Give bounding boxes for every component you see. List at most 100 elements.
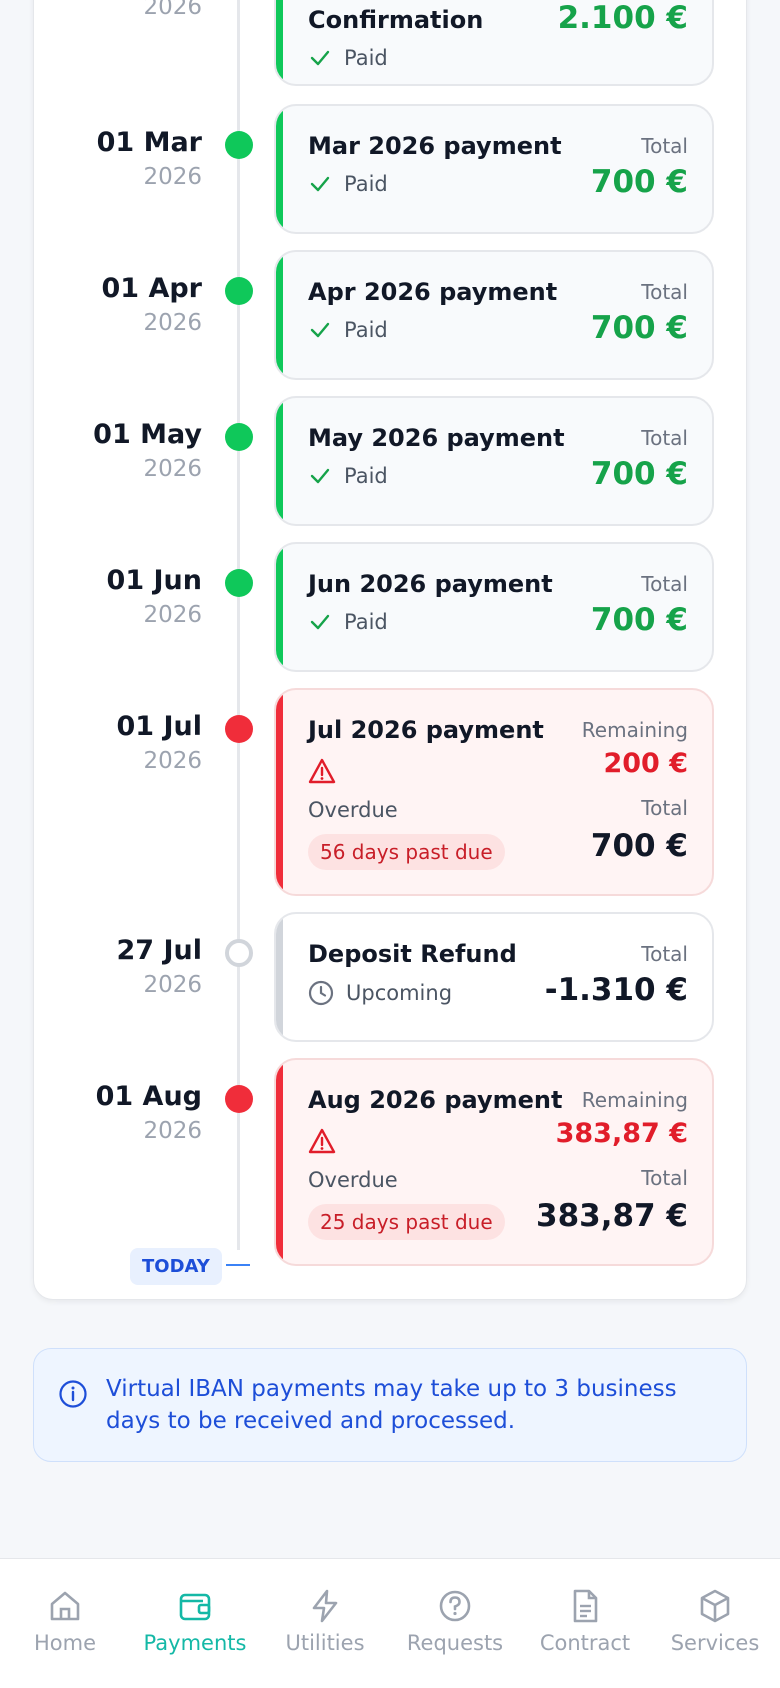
bottom-navigation: Home Payments Utilities Requests Contrac… <box>0 1558 780 1688</box>
timeline-date: 2026 <box>40 0 202 22</box>
timeline-dot-paid <box>225 277 253 305</box>
date-year: 2026 <box>143 0 202 20</box>
total-amount: 383,87 € <box>536 1198 688 1234</box>
nav-label: Home <box>33 1631 96 1655</box>
date-day: 01 Mar <box>96 127 202 158</box>
timeline-dot-paid <box>225 423 253 451</box>
nav-label: Requests <box>406 1631 504 1655</box>
timeline-date: 01 Aug 2026 <box>40 1080 202 1146</box>
card-amount: 700 € <box>590 456 688 492</box>
status-label: Paid <box>344 318 388 342</box>
timeline-date: 01 Mar 2026 <box>40 126 202 192</box>
check-icon <box>310 176 330 192</box>
nav-label: Contract <box>539 1631 631 1655</box>
card-title: Mar 2026 payment <box>308 132 562 160</box>
date-year: 2026 <box>143 602 202 628</box>
card-amount: -1.310 € <box>544 972 688 1008</box>
days-past-due-badge: 25 days past due <box>308 1204 505 1240</box>
wallet-icon <box>179 1593 211 1621</box>
card-title: Jul 2026 payment <box>308 716 544 744</box>
status-label: Paid <box>344 172 388 196</box>
document-icon <box>573 1589 598 1623</box>
date-year: 2026 <box>143 972 202 998</box>
date-day: 01 Aug <box>95 1081 202 1112</box>
remaining-amount: 383,87 € <box>555 1118 688 1149</box>
payment-card-apr-2026[interactable]: Apr 2026 payment Paid Total 700 € <box>274 250 714 380</box>
nav-payments[interactable]: Payments <box>130 1559 260 1688</box>
nav-label: Utilities <box>285 1631 365 1655</box>
warning-icon <box>308 1128 336 1154</box>
timeline-date: 01 Jul 2026 <box>40 710 203 776</box>
total-label: Total <box>641 942 688 966</box>
nav-contract[interactable]: Contract <box>520 1559 650 1688</box>
payment-card-mar-2026[interactable]: Mar 2026 payment Paid Total 700 € <box>274 104 714 234</box>
date-day: 01 Apr <box>101 273 202 304</box>
status-paid: Paid <box>308 610 388 634</box>
card-amount: 2.100 € <box>557 0 688 36</box>
check-icon <box>310 322 330 338</box>
payment-card-deposit-refund[interactable]: Deposit Refund Upcoming Total -1.310 € <box>274 912 714 1042</box>
check-icon <box>310 468 330 484</box>
nav-services[interactable]: Services <box>650 1559 780 1688</box>
check-icon <box>310 50 330 66</box>
today-marker: TODAY <box>130 1248 222 1285</box>
warning-icon <box>308 758 336 784</box>
date-year: 2026 <box>143 748 202 774</box>
package-icon <box>700 1589 730 1623</box>
card-amount: 700 € <box>590 164 688 200</box>
card-amount: 700 € <box>590 602 688 638</box>
today-dash <box>226 1264 250 1266</box>
date-day: 01 May <box>93 419 202 450</box>
nav-requests[interactable]: Requests <box>390 1559 520 1688</box>
timeline-dot-overdue <box>225 715 253 743</box>
info-banner: Virtual IBAN payments may take up to 3 b… <box>33 1348 747 1462</box>
payment-card-aug-2026[interactable]: Aug 2026 payment Overdue 25 days past du… <box>274 1058 714 1266</box>
card-title: Deposit Refund <box>308 940 517 968</box>
card-amount: 700 € <box>590 310 688 346</box>
payment-card-jun-2026[interactable]: Jun 2026 payment Paid Total 700 € <box>274 542 714 672</box>
total-label: Total <box>641 1166 688 1190</box>
nav-label: Services <box>670 1631 760 1655</box>
nav-utilities[interactable]: Utilities <box>260 1559 390 1688</box>
total-amount: 700 € <box>590 828 688 864</box>
check-icon <box>310 614 330 630</box>
card-title: Aug 2026 payment <box>308 1086 563 1114</box>
help-circle-icon <box>439 1590 471 1622</box>
timeline-date: 27 Jul 2026 <box>40 934 203 1000</box>
days-past-due-badge: 56 days past due <box>308 834 505 870</box>
payment-card-confirmation[interactable]: Confirmation Paid 2.100 € <box>274 0 714 86</box>
timeline-dot-overdue <box>225 1085 253 1113</box>
nav-home[interactable]: Home <box>0 1559 130 1688</box>
status-paid: Paid <box>308 46 388 70</box>
lightning-icon <box>312 1589 338 1623</box>
remaining-label: Remaining <box>581 718 688 742</box>
clock-icon <box>308 980 334 1006</box>
timeline-dot-upcoming <box>225 939 253 967</box>
card-title: Jun 2026 payment <box>308 570 553 598</box>
date-day: 01 Jul <box>116 711 203 742</box>
timeline-line <box>237 0 240 1250</box>
timeline-dot-paid <box>225 569 253 597</box>
status-overdue: Overdue <box>308 1168 398 1192</box>
card-title: May 2026 payment <box>308 424 565 452</box>
timeline-date: 01 Apr 2026 <box>40 272 202 338</box>
timeline-date: 01 May 2026 <box>40 418 202 484</box>
nav-label: Payments <box>143 1631 247 1655</box>
payment-card-jul-2026[interactable]: Jul 2026 payment Overdue 56 days past du… <box>274 688 714 896</box>
status-label: Paid <box>344 610 388 634</box>
info-icon <box>59 1380 87 1408</box>
total-label: Total <box>641 572 688 596</box>
total-label: Total <box>641 134 688 158</box>
timeline-dot-paid <box>225 131 253 159</box>
card-title: Apr 2026 payment <box>308 278 558 306</box>
total-label: Total <box>641 796 688 820</box>
status-upcoming: Upcoming <box>308 980 452 1006</box>
date-year: 2026 <box>143 456 202 482</box>
date-day: 01 Jun <box>106 565 202 596</box>
timeline-date: 01 Jun 2026 <box>40 564 202 630</box>
date-day: 27 Jul <box>116 935 203 966</box>
remaining-amount: 200 € <box>603 748 688 779</box>
payment-card-may-2026[interactable]: May 2026 payment Paid Total 700 € <box>274 396 714 526</box>
status-paid: Paid <box>308 318 388 342</box>
remaining-label: Remaining <box>581 1088 688 1112</box>
